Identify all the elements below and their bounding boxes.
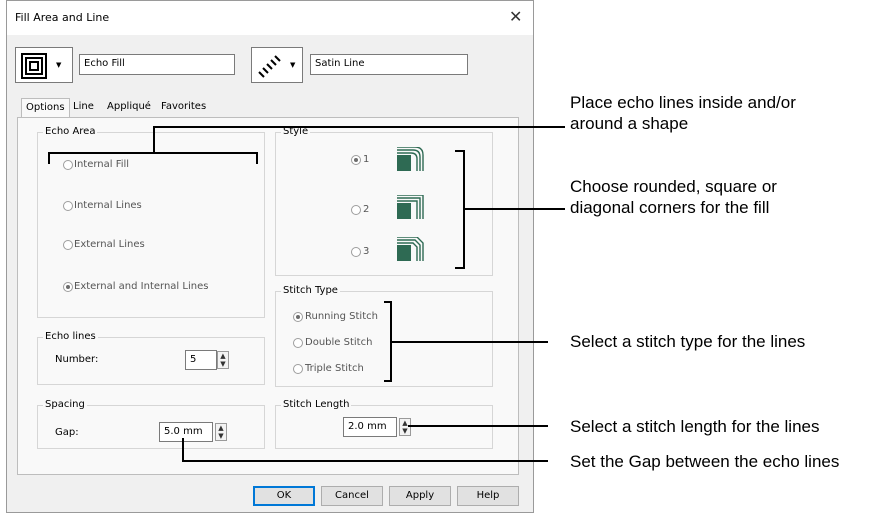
tab-applique[interactable]: Appliqué	[103, 98, 155, 117]
style-3-label: 3	[363, 246, 370, 257]
radio-style-1[interactable]	[351, 155, 361, 165]
gap-input[interactable]: 5.0 mm	[159, 422, 213, 442]
chevron-down-icon: ▼	[290, 61, 296, 69]
gap-callout: Set the Gap between the echo lines	[570, 452, 840, 471]
style-bracket-bottom	[455, 267, 465, 269]
style-callout: Choose rounded, square or diagonal corne…	[570, 176, 777, 218]
echo-area-callout-line-1: Place echo lines inside and/or	[570, 93, 796, 112]
square-corners-icon	[397, 195, 424, 219]
internal-lines-label: Internal Lines	[74, 200, 142, 211]
radio-internal-lines[interactable]	[63, 201, 73, 211]
fill-name-field[interactable]: Echo Fill	[79, 54, 235, 75]
gap-label: Gap:	[55, 427, 79, 438]
echo-fill-icon	[21, 53, 47, 79]
style-bracket-top	[455, 150, 465, 152]
echo-area-label: Echo Area	[43, 126, 98, 137]
stitch-type-callout: Select a stitch type for the lines	[570, 332, 806, 351]
apply-button[interactable]: Apply	[389, 486, 451, 506]
style-2-label: 2	[363, 204, 370, 215]
stitch-type-label: Stitch Type	[281, 285, 340, 296]
stitch-type-connector	[390, 341, 548, 343]
double-stitch-label: Double Stitch	[305, 337, 373, 348]
tab-options[interactable]: Options	[21, 98, 70, 118]
satin-line-icon	[258, 55, 281, 78]
help-button[interactable]: Help	[457, 486, 519, 506]
radio-external-and-internal-lines[interactable]	[63, 282, 73, 292]
rounded-corners-icon	[397, 147, 424, 171]
gap-connector-horizontal	[182, 460, 548, 462]
cancel-button[interactable]: Cancel	[321, 486, 383, 506]
stitch-type-bracket-bottom	[384, 380, 392, 382]
tab-line[interactable]: Line	[69, 98, 98, 117]
radio-style-3[interactable]	[351, 247, 361, 257]
style-group	[275, 132, 493, 276]
internal-fill-label: Internal Fill	[74, 159, 130, 170]
stitch-length-callout: Select a stitch length for the lines	[570, 417, 820, 436]
echo-lines-label: Echo lines	[43, 331, 98, 342]
echo-lines-spinner[interactable]: ▲ ▼	[217, 351, 229, 369]
radio-running-stitch[interactable]	[293, 312, 303, 322]
radio-external-lines[interactable]	[63, 240, 73, 250]
echo-area-connector-vertical	[153, 126, 155, 153]
external-lines-label: External Lines	[74, 239, 145, 250]
tab-favorites[interactable]: Favorites	[157, 98, 210, 117]
stitch-length-input[interactable]: 2.0 mm	[343, 417, 397, 437]
style-callout-line-2: diagonal corners for the fill	[570, 198, 770, 217]
echo-area-bracket-right	[256, 152, 258, 164]
gap-connector-vertical	[182, 438, 184, 462]
ok-button[interactable]: OK	[253, 486, 315, 506]
stitch-length-label: Stitch Length	[281, 399, 352, 410]
spacing-label: Spacing	[43, 399, 87, 410]
style-1-label: 1	[363, 154, 370, 165]
running-stitch-label: Running Stitch	[305, 311, 378, 322]
radio-double-stitch[interactable]	[293, 338, 303, 348]
chevron-down-icon: ▼	[56, 61, 62, 69]
dialog-title: Fill Area and Line	[15, 11, 110, 24]
fill-area-and-line-dialog: Fill Area and Line ✕ ▼ Echo Fill ▼ Satin…	[6, 0, 534, 513]
radio-style-2[interactable]	[351, 205, 361, 215]
gap-spinner[interactable]: ▲ ▼	[215, 423, 227, 441]
radio-internal-fill[interactable]	[63, 160, 73, 170]
stitch-length-spinner[interactable]: ▲ ▼	[399, 418, 411, 436]
style-callout-line-1: Choose rounded, square or	[570, 177, 777, 196]
number-label: Number:	[55, 354, 99, 365]
stitch-type-bracket-top	[384, 301, 392, 303]
style-connector	[463, 208, 565, 210]
close-icon[interactable]: ✕	[509, 7, 522, 26]
echo-lines-number-input[interactable]: 5	[185, 350, 217, 370]
title-bar: Fill Area and Line ✕	[7, 1, 533, 35]
triple-stitch-label: Triple Stitch	[305, 363, 364, 374]
echo-area-callout: Place echo lines inside and/or around a …	[570, 92, 796, 134]
stitch-length-connector	[408, 425, 548, 427]
line-type-picker[interactable]: ▼	[251, 47, 303, 83]
echo-area-connector-horizontal	[153, 126, 565, 128]
diagonal-corners-icon	[397, 237, 424, 261]
echo-area-callout-line-2: around a shape	[570, 114, 689, 133]
line-name-field[interactable]: Satin Line	[310, 54, 468, 75]
echo-area-bracket-left	[48, 152, 50, 164]
fill-type-picker[interactable]: ▼	[15, 47, 73, 83]
radio-triple-stitch[interactable]	[293, 364, 303, 374]
external-and-internal-lines-label: External and Internal Lines	[74, 281, 209, 292]
